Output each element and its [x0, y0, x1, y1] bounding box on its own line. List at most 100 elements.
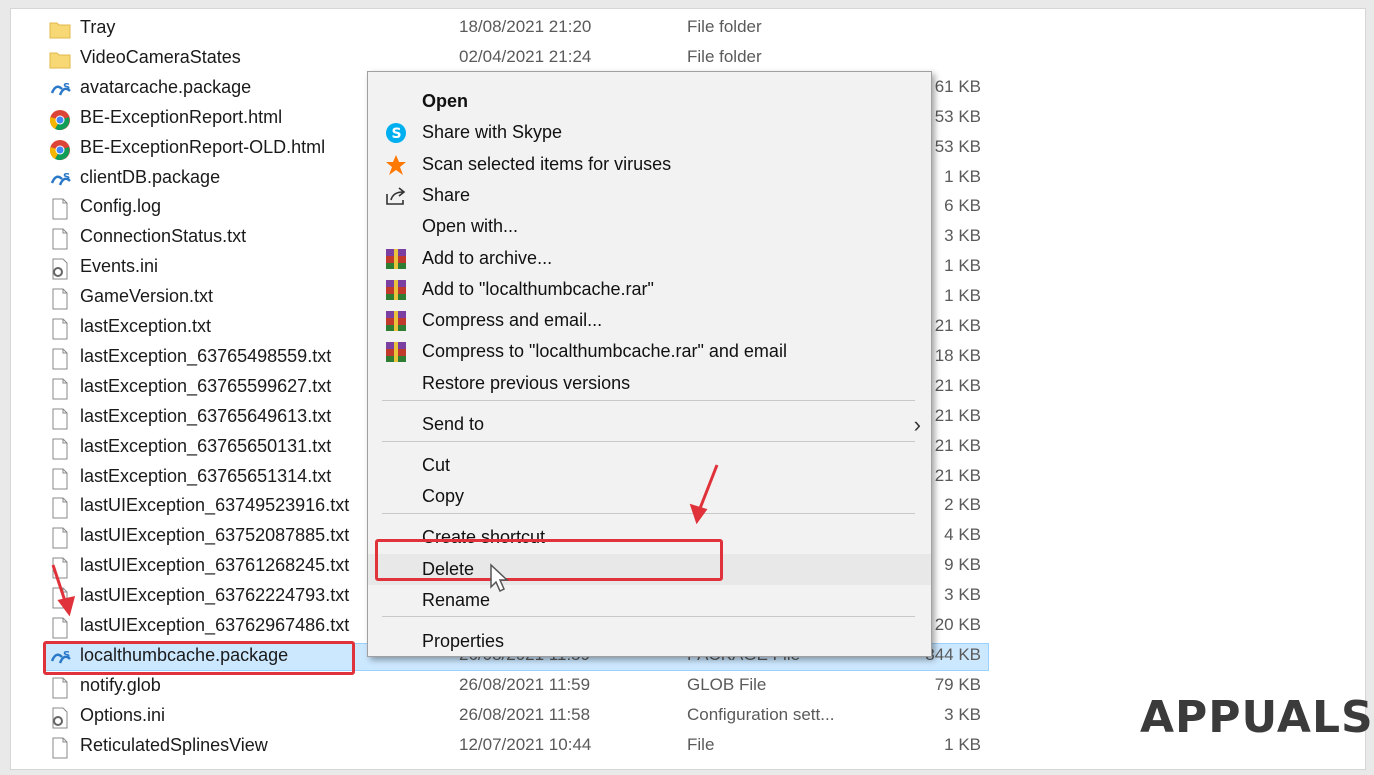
file-name: notify.glob	[80, 674, 161, 695]
file-name: Events.ini	[80, 256, 159, 277]
menu-item-send-to[interactable]: Send to ›	[368, 409, 931, 440]
file-size: 79 KB	[934, 674, 981, 694]
file-name: avatarcache.package	[80, 76, 252, 97]
menu-item-label: Compress and email...	[422, 310, 603, 330]
file-type: Configuration sett...	[687, 704, 835, 724]
winrar-icon	[384, 309, 408, 333]
menu-item-cut[interactable]: Cut	[368, 450, 931, 481]
file-name: lastUIException_63762967486.txt	[80, 615, 350, 635]
file-type: File folder	[687, 17, 762, 36]
file-size: 6 KB	[944, 196, 981, 216]
file-date: 18/08/2021 21:20	[459, 17, 592, 36]
text-file-icon	[49, 228, 71, 250]
file-size: 20 KB	[934, 615, 981, 634]
folder-icon	[49, 49, 71, 71]
appuals-watermark: APPUALS	[1140, 692, 1374, 743]
menu-item-compress-to-localthumbcache-rar-and-email[interactable]: Compress to "localthumbcache.rar" and em…	[368, 336, 931, 367]
file-name: lastException_63765599627.txt	[80, 375, 332, 396]
file-name: VideoCameraStates	[80, 46, 241, 67]
file-row[interactable]: Tray 18/08/2021 21:20 File folder	[11, 14, 1365, 44]
menu-item-copy[interactable]: Copy	[368, 481, 931, 512]
menu-item-label: Open with...	[422, 216, 519, 236]
file-size: 4 KB	[944, 525, 981, 545]
file-name: lastUIException_63752087885.txt	[80, 525, 350, 546]
package-icon: S	[49, 169, 71, 191]
file-name: ReticulatedSplinesView	[80, 734, 268, 755]
text-file-icon	[49, 198, 71, 220]
file-size: 3 KB	[944, 226, 981, 246]
menu-item-label: Share	[422, 185, 471, 205]
file-name: GameVersion.txt	[80, 286, 214, 307]
text-file-icon	[49, 438, 71, 460]
file-name: lastUIException_63761268245.txt	[80, 555, 350, 576]
menu-item-label: Send to	[422, 414, 485, 434]
menu-item-add-to-localthumbcache-rar[interactable]: Add to "localthumbcache.rar"	[368, 274, 931, 305]
text-file-icon	[49, 497, 71, 519]
file-size: 21 KB	[934, 435, 981, 455]
skype-icon: S	[384, 121, 408, 145]
menu-item-label: Compress to "localthumbcache.rar" and em…	[422, 341, 787, 361]
menu-item-label: Rename	[422, 590, 491, 610]
file-size: 61 KB	[934, 76, 981, 96]
chrome-icon	[49, 109, 71, 131]
text-file-icon	[49, 468, 71, 490]
menu-item-rename[interactable]: Rename	[368, 585, 931, 616]
settings-file-icon	[49, 707, 71, 729]
file-size: 1 KB	[944, 256, 981, 276]
file-size: 3 KB	[944, 585, 981, 605]
text-file-icon	[49, 318, 71, 340]
menu-separator	[382, 400, 915, 401]
file-row[interactable]: VideoCameraStates 02/04/2021 21:24 File fo…	[11, 44, 1365, 74]
menu-item-label: Add to "localthumbcache.rar"	[422, 279, 654, 299]
menu-item-label: Open	[422, 91, 469, 111]
winrar-icon	[384, 340, 408, 364]
text-file-icon	[49, 557, 71, 579]
menu-item-properties[interactable]: Properties	[368, 626, 931, 657]
menu-separator	[382, 513, 915, 514]
file-date: 12/07/2021 10:44	[459, 734, 592, 754]
file-type: File folder	[687, 46, 762, 66]
text-file-icon	[49, 378, 71, 400]
file-size: 53 KB	[934, 106, 981, 126]
file-size: 21 KB	[934, 465, 981, 485]
menu-item-compress-and-email[interactable]: Compress and email...	[368, 305, 931, 336]
file-size: 2 KB	[944, 495, 981, 515]
file-size: 21 KB	[934, 405, 981, 425]
menu-item-add-to-archive[interactable]: Add to archive...	[368, 243, 931, 274]
file-type: GLOB File	[687, 674, 767, 694]
menu-item-label: Properties	[422, 631, 505, 651]
winrar-icon	[384, 278, 408, 302]
text-file-icon	[49, 527, 71, 549]
file-size: 21 KB	[934, 375, 981, 395]
menu-item-label: Restore previous versions	[422, 373, 631, 393]
folder-icon	[49, 19, 71, 41]
file-name: BE-ExceptionReport.html	[80, 106, 283, 127]
text-file-icon	[49, 737, 71, 759]
menu-item-open[interactable]: Open	[368, 86, 931, 117]
file-size: 18 KB	[934, 345, 981, 365]
file-name: lastUIException_63749523916.txt	[80, 495, 350, 516]
file-name: Tray	[80, 17, 116, 37]
menu-item-share[interactable]: Share	[368, 180, 931, 211]
file-size: 1 KB	[944, 734, 981, 754]
menu-item-share-with-skype[interactable]: S Share with Skype	[368, 117, 931, 148]
file-name: lastException_63765651314.txt	[80, 465, 332, 486]
menu-item-open-with[interactable]: Open with...	[368, 211, 931, 242]
menu-item-restore-previous-versions[interactable]: Restore previous versions	[368, 368, 931, 399]
file-name: lastException.txt	[80, 316, 212, 336]
winrar-icon	[384, 247, 408, 271]
file-name: clientDB.package	[80, 166, 221, 187]
file-size: 844 KB	[925, 644, 981, 664]
file-size: 1 KB	[944, 166, 981, 186]
menu-item-scan-selected-items-for-viruses[interactable]: Scan selected items for viruses	[368, 149, 931, 180]
text-file-icon	[49, 677, 71, 699]
file-name: BE-ExceptionReport-OLD.html	[80, 136, 326, 157]
file-name: Config.log	[80, 196, 162, 217]
share-icon	[384, 184, 408, 208]
file-size: 1 KB	[944, 286, 981, 306]
text-file-icon	[49, 288, 71, 310]
chrome-icon	[49, 139, 71, 161]
svg-text:S: S	[63, 82, 70, 93]
delete-highlight-box	[375, 539, 723, 581]
menu-item-label: Cut	[422, 455, 451, 475]
